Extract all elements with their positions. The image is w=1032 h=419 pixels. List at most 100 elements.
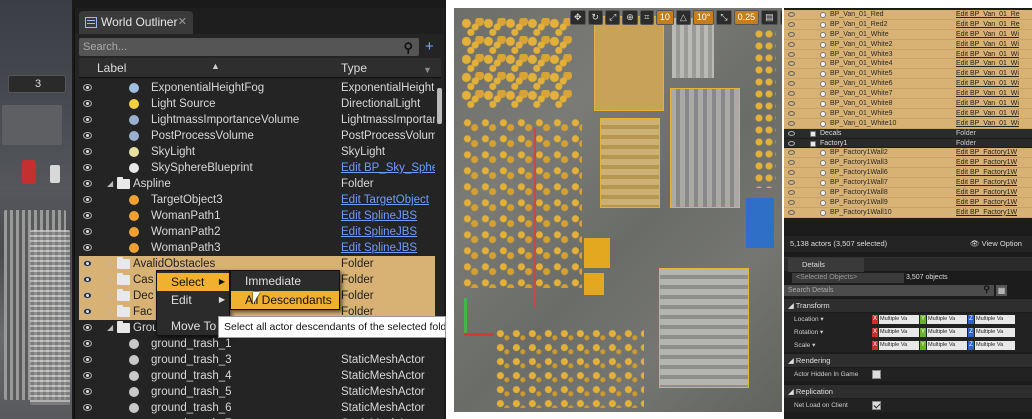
visibility-eye-icon[interactable]: [83, 372, 92, 379]
value-input[interactable]: Multiple Va: [975, 315, 1015, 324]
outliner-row[interactable]: BP_Van_01_White3 Edit BP_Van_01_Wi: [784, 49, 1032, 60]
rotation-snap-value[interactable]: 10°: [692, 10, 715, 25]
edit-blueprint-link[interactable]: Edit BP_Factory1W: [956, 148, 1017, 158]
visibility-eye-icon[interactable]: [788, 71, 795, 77]
collapsed-arrow-icon[interactable]: ▷: [107, 288, 113, 304]
edit-blueprint-link[interactable]: Edit BP_Factory1W: [956, 158, 1017, 168]
scale-tool-icon[interactable]: ⤢: [605, 10, 621, 25]
visibility-eye-icon[interactable]: [788, 130, 795, 136]
visibility-eye-icon[interactable]: [788, 81, 795, 87]
visibility-eye-icon[interactable]: [83, 340, 92, 347]
visibility-eye-icon[interactable]: [83, 388, 92, 395]
level-viewport-top[interactable]: ✥ ↻ ⤢ ⊕ ⌗ 10 △ 10° ⤡ 0.25 ▤ 3: [454, 8, 782, 412]
outliner-row[interactable]: BP_Factory1Wall3 Edit BP_Factory1W: [784, 158, 1032, 169]
visibility-eye-icon[interactable]: [788, 91, 795, 97]
visibility-eye-icon[interactable]: [788, 110, 795, 116]
visibility-eye-icon[interactable]: [788, 41, 795, 47]
column-label-header[interactable]: Label: [97, 58, 126, 78]
outliner-row[interactable]: BP_Factory1Wall6 Edit BP_Factory1W: [784, 168, 1032, 179]
edit-blueprint-link[interactable]: Edit BP_Van_01_Wi: [956, 79, 1019, 89]
outliner-row[interactable]: SkySphereBlueprint Edit BP_Sky_Sphere: [79, 160, 435, 176]
edit-blueprint-link[interactable]: Edit BP_Van_01_Wi: [956, 99, 1019, 109]
outliner-row[interactable]: PostProcessVolume PostProcessVolume: [79, 128, 435, 144]
visibility-eye-icon[interactable]: [83, 212, 92, 219]
outliner-row[interactable]: WomanPath2 Edit SplineJBS: [79, 224, 435, 240]
net-load-checkbox[interactable]: [872, 401, 881, 410]
close-icon[interactable]: ✕: [178, 11, 187, 33]
visibility-eye-icon[interactable]: [83, 292, 92, 299]
visibility-eye-icon[interactable]: [83, 228, 92, 235]
value-input[interactable]: Multiple Va: [879, 341, 919, 350]
prop-label[interactable]: Scale ▾: [794, 339, 815, 352]
camera-speed-value[interactable]: 3: [779, 10, 782, 25]
world-space-icon[interactable]: ⊕: [622, 10, 638, 25]
visibility-eye-icon[interactable]: [788, 120, 795, 126]
outliner-row[interactable]: BP_Factory1Wall9 Edit BP_Factory1W: [784, 197, 1032, 208]
edit-blueprint-link[interactable]: Edit BP_Van_01_Wi: [956, 89, 1019, 99]
outliner-row[interactable]: ground_trash_4 StaticMeshActor: [79, 368, 435, 384]
scale-snap-icon[interactable]: ⤡: [716, 10, 732, 25]
edit-blueprint-link[interactable]: Edit BP_Van_01_Wi: [956, 30, 1019, 40]
prop-label[interactable]: Rotation ▾: [794, 326, 823, 339]
search-icon[interactable]: ⚲: [983, 284, 990, 295]
edit-blueprint-link[interactable]: Edit BP_Sky_Sphere: [341, 160, 435, 176]
outliner-row[interactable]: ground_trash_1: [79, 336, 435, 352]
edit-blueprint-link[interactable]: Edit BP_Factory1W: [956, 178, 1017, 188]
menu-item-all-descendants[interactable]: All Descendants: [231, 291, 339, 309]
outliner-row[interactable]: BP_Van_01_White Edit BP_Van_01_Wi: [784, 29, 1032, 40]
outliner-row[interactable]: BP_Van_01_White6 Edit BP_Van_01_Wi: [784, 79, 1032, 90]
visibility-eye-icon[interactable]: [788, 31, 795, 37]
visibility-eye-icon[interactable]: [83, 116, 92, 123]
outliner-row[interactable]: LightmassImportanceVolume LightmassImport…: [79, 112, 435, 128]
visibility-eye-icon[interactable]: [83, 180, 92, 187]
outliner-row[interactable]: Factory1 Folder: [784, 138, 1032, 149]
outliner-row[interactable]: Decals Folder: [784, 128, 1032, 139]
collapsed-arrow-icon[interactable]: ▷: [107, 304, 113, 320]
visibility-eye-icon[interactable]: [788, 150, 795, 156]
search-icon[interactable]: ⚲: [403, 39, 413, 57]
outliner-row[interactable]: BP_Factory1Wall8 Edit BP_Factory1W: [784, 188, 1032, 198]
outliner-row[interactable]: ground_trash_6 StaticMeshActor: [79, 400, 435, 416]
edit-blueprint-link[interactable]: Edit BP_Van_01_Wi: [956, 119, 1019, 129]
visibility-eye-icon[interactable]: [83, 148, 92, 155]
visibility-eye-icon[interactable]: [83, 84, 92, 91]
edit-blueprint-link[interactable]: Edit BP_Factory1W: [956, 188, 1017, 198]
outliner-row[interactable]: ExponentialHeightFog ExponentialHeightFog: [79, 80, 435, 96]
outliner-row[interactable]: Light Source DirectionalLight: [79, 96, 435, 112]
outliner-scrollbar[interactable]: [437, 88, 442, 124]
outliner-row[interactable]: BP_Van_01_White5 Edit BP_Van_01_Wi: [784, 69, 1032, 80]
scale-snap-value[interactable]: 0.25: [733, 10, 760, 25]
value-input[interactable]: Multiple Va: [879, 328, 919, 337]
outliner-row[interactable]: BP_Van_01_Red Edit BP_Van_01_Re: [784, 10, 1032, 20]
value-input[interactable]: Multiple Va: [975, 341, 1015, 350]
column-type-header[interactable]: Type: [341, 58, 367, 78]
edit-blueprint-link[interactable]: Edit BP_Van_01_Re: [956, 10, 1020, 20]
edit-blueprint-link[interactable]: Edit BP_Factory1W: [956, 208, 1017, 218]
edit-blueprint-link[interactable]: Edit BP_Factory1W: [956, 198, 1017, 208]
visibility-eye-icon[interactable]: [788, 51, 795, 57]
edit-blueprint-link[interactable]: Edit BP_Factory1W: [956, 168, 1017, 178]
visibility-eye-icon[interactable]: [83, 260, 92, 267]
gizmo-y-axis[interactable]: [464, 298, 467, 334]
outliner-row[interactable]: BP_Van_01_White4 Edit BP_Van_01_Wi: [784, 59, 1032, 70]
menu-item-edit[interactable]: Edit ▶: [157, 291, 229, 309]
tab-details[interactable]: Details: [788, 258, 864, 272]
visibility-eye-icon[interactable]: [83, 276, 92, 283]
chevron-down-icon[interactable]: ▼: [423, 60, 432, 80]
visibility-eye-icon[interactable]: [83, 196, 92, 203]
category-rendering[interactable]: ◢ Rendering: [784, 353, 1032, 367]
move-tool-icon[interactable]: ✥: [570, 10, 586, 25]
edit-blueprint-link[interactable]: Edit SplineJBS: [341, 208, 417, 224]
actor-hidden-checkbox[interactable]: [872, 370, 881, 379]
visibility-eye-icon[interactable]: [83, 324, 92, 331]
edit-blueprint-link[interactable]: Edit BP_Van_01_Wi: [956, 69, 1019, 79]
value-input[interactable]: Multiple Va: [927, 328, 967, 337]
visibility-eye-icon[interactable]: [83, 244, 92, 251]
expanded-arrow-icon[interactable]: ◢: [107, 320, 113, 336]
outliner-row[interactable]: BP_Van_01_White10 Edit BP_Van_01_Wi: [784, 118, 1032, 129]
collapsed-arrow-icon[interactable]: ▷: [107, 256, 113, 272]
category-transform[interactable]: ◢ Transform: [784, 298, 1032, 312]
outliner-row[interactable]: ◢ Aspline Folder: [79, 176, 435, 192]
value-input[interactable]: Multiple Va: [879, 315, 919, 324]
visibility-eye-icon[interactable]: [788, 12, 795, 17]
